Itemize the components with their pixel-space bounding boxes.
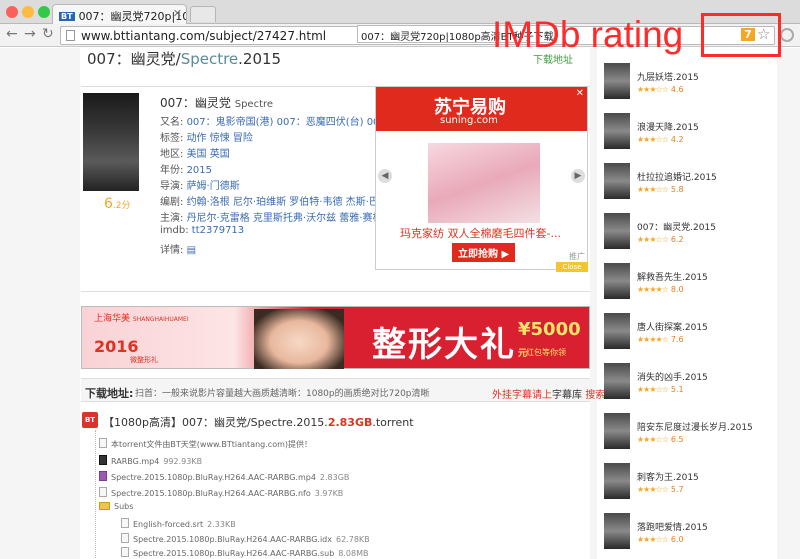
browser-tab[interactable]: BT007：幽灵党720p|1080p高清 ✕ [52,4,187,24]
download-note: 扫首：一般来说影片容量越大画质越清晰：1080p的画质绝对比720p清晰 [135,389,430,399]
file-icon [121,518,129,528]
reload-icon[interactable]: ↻ [42,26,54,42]
sidebar-poster[interactable] [604,213,630,249]
sidebar-rating: ★★★☆☆ 5.1 [637,385,684,394]
banner-sub: 微整形礼 [130,356,158,364]
file-item: Spectre.2015.1080p.BluRay.H264.AAC-RARBG… [99,487,343,498]
meta-cast: 主演: 丹尼尔·克雷格 克里斯托弗·沃尔兹 蕾雅·赛杜 本·卫 [160,213,409,224]
minimize-window-button[interactable] [22,6,34,18]
sidebar-poster[interactable] [604,263,630,299]
ad-close-button[interactable]: Close [556,262,588,272]
meta-tags: 标签: 动作 惊悚 冒险 [160,133,253,144]
meta-imdb: imdb: tt2379713 [160,225,245,236]
banner-model-image [254,309,344,369]
suning-overlay-ad[interactable]: 苏宁易购 suning.com ✕ ◀ ▶ 玛克家纺 双人全棉磨毛四件套-...… [375,86,588,270]
sidebar-poster[interactable] [604,313,630,349]
site-favicon-icon: BT [59,12,75,21]
close-window-button[interactable] [6,6,18,18]
torrent-icon: BT [82,412,98,428]
ad-tag: 推广 [569,252,585,261]
sidebar-movie-title[interactable]: 消失的凶手.2015 [637,370,708,383]
sidebar-rating: ★★★★☆ 7.6 [637,335,684,344]
sidebar-rating: ★★★☆☆ 5.7 [637,485,684,494]
banner-price-sub: 红包等你领 [526,348,566,357]
sidebar-poster[interactable] [604,513,630,549]
sidebar-rating: ★★★☆☆ 6.5 [637,435,684,444]
sidebar-movie-title[interactable]: 浪漫天降.2015 [637,120,699,133]
meta-region: 地区: 美国 英国 [160,149,230,160]
ad-product-image[interactable] [428,143,540,223]
sidebar-movie-title[interactable]: 九层妖塔.2015 [637,70,699,83]
file-icon [99,438,107,448]
tab-title: 007：幽灵党720p|1080p高清 [78,10,187,23]
sidebar-movie-title[interactable]: 解救吾先生.2015 [637,270,708,283]
sidebar-rating: ★★★☆☆ 6.0 [637,535,684,544]
sidebar-poster[interactable] [604,113,630,149]
file-icon [121,547,129,557]
file-item: RARBG.mp4 992.93KB [99,455,202,466]
ad-prev-arrow-icon[interactable]: ◀ [378,169,392,183]
sidebar-poster[interactable] [604,413,630,449]
ad-header: 苏宁易购 suning.com ✕ [376,87,587,131]
back-arrow-icon[interactable]: ← [6,26,18,42]
video-file-icon [99,455,107,465]
zoom-window-button[interactable] [38,6,50,18]
sidebar-movie-title[interactable]: 陪安东尼度过漫长岁月.2015 [637,420,753,433]
download-label: 下载地址: [85,387,134,400]
sidebar-movie-title[interactable]: 007：幽灵党.2015 [637,220,716,233]
page-title: 007：幽灵党/Spectre.2015 [87,50,282,68]
movie-name: 007：幽灵党 Spectre [160,96,274,110]
forward-arrow-icon[interactable]: → [24,26,36,42]
file-tree-line [95,430,96,558]
file-item: Spectre.2015.1080p.BluRay.H264.AAC-RARBG… [99,471,349,482]
ad-brand-en: suning.com [440,115,498,126]
movie-score: 6.2分 [104,196,131,212]
meta-writers: 编剧: 约翰·洛根 尼尔·珀维斯 罗伯特·韦德 杰斯·巴特沃斯 [160,197,409,208]
file-item: English-forced.srt 2.33KB [121,518,236,529]
file-icon [121,533,129,543]
subtitle-links: 外挂字幕请上字幕库 搜索 [492,390,606,401]
torrent-link[interactable]: 【1080p高清】007：幽灵党/Spectre.2015.2.83GB.tor… [103,414,414,430]
browser-menu-icon[interactable] [780,28,794,42]
file-item: 本torrent文件由BT天堂(www.BTtiantang.com)提供！ [99,438,316,450]
sidebar-rating: ★★★☆☆ 5.8 [637,185,684,194]
meta-details: 详情: ▤ [160,245,197,256]
file-icon [99,487,107,497]
file-item: Spectre.2015.1080p.BluRay.H264.AAC-RARBG… [121,533,370,544]
sidebar-movie-title[interactable]: 唐人街探案.2015 [637,320,708,333]
ad-close-icon[interactable]: ✕ [576,88,584,99]
tab-close-icon[interactable]: ✕ [173,7,182,20]
sidebar-movie-title[interactable]: 落跑吧爱情.2015 [637,520,708,533]
sidebar-poster[interactable] [604,63,630,99]
new-tab-button[interactable] [190,6,216,22]
sidebar-poster[interactable] [604,463,630,499]
movie-poster[interactable] [83,93,139,191]
banner-year: 2016 [94,337,139,356]
banner-headline: 整形大礼 [372,325,516,365]
sidebar-movie-title[interactable]: 刺客为王.2015 [637,470,699,483]
annotation-label: IMDb rating [492,14,684,55]
promo-banner[interactable]: 上海华美 SHANGHAIHUAMEI 2016 微整形礼 整形大礼 ¥5000… [81,306,643,369]
details-icon[interactable]: ▤ [187,245,196,256]
meta-year: 年份: 2015 [160,165,213,176]
ad-next-arrow-icon[interactable]: ▶ [571,169,585,183]
banner-brand: 上海华美 SHANGHAIHUAMEI [94,314,189,324]
annotation-highlight-box [701,13,781,57]
sidebar-rating: ★★★☆☆ 4.6 [637,85,684,94]
folder-icon [99,502,110,510]
sidebar-rating: ★★★☆☆ 6.2 [637,235,684,244]
folder-item: Subs [99,502,137,511]
archive-file-icon [99,471,107,481]
file-item: Spectre.2015.1080p.BluRay.H264.AAC-RARBG… [121,547,368,558]
meta-director: 导演: 萨姆·门德斯 [160,181,240,192]
page-icon [66,30,75,41]
ad-caption[interactable]: 玛克家纺 双人全棉磨毛四件套-... [400,225,561,241]
ad-buy-button[interactable]: 立即抢购 ▶ [452,243,516,262]
sidebar-rating: ★★★☆☆ 4.2 [637,135,684,144]
sidebar-rating: ★★★★☆ 8.0 [637,285,684,294]
url-text[interactable]: www.bttiantang.com/subject/27427.html [81,29,326,43]
sidebar-poster[interactable] [604,163,630,199]
sidebar-movie-title[interactable]: 杜拉拉追婚记.2015 [637,170,717,183]
sidebar-poster[interactable] [604,363,630,399]
